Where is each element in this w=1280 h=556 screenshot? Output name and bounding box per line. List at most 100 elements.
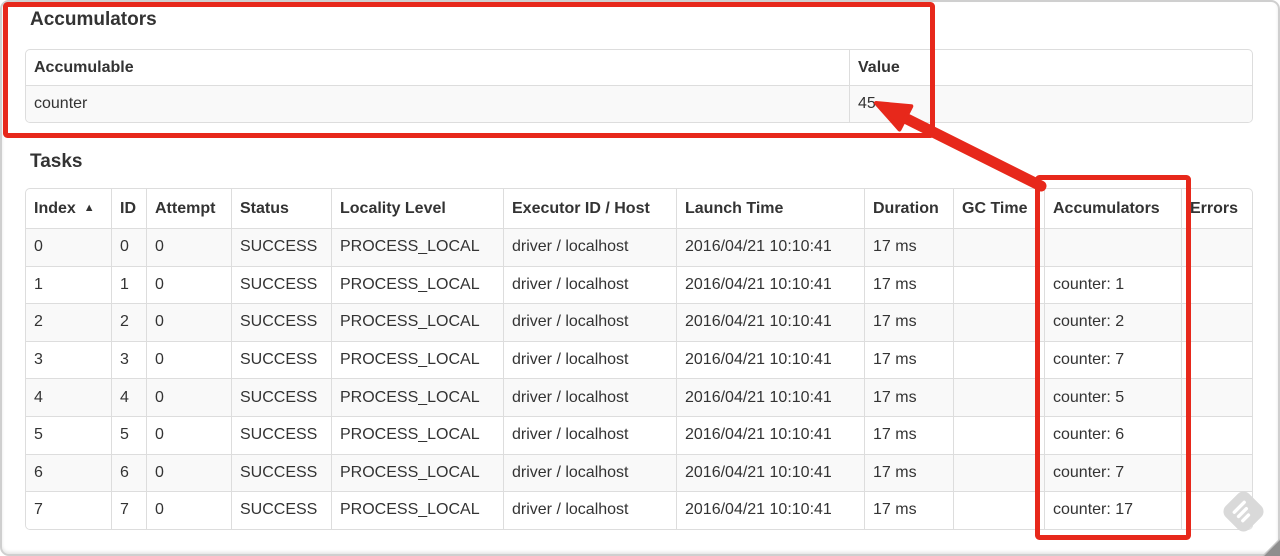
table-cell: SUCCESS [231, 491, 331, 529]
table-cell: 0 [111, 228, 146, 266]
table-cell: 4 [111, 378, 146, 416]
table-cell: driver / localhost [503, 228, 676, 266]
column-header-label: ID [120, 199, 136, 217]
table-cell: 0 [146, 265, 231, 304]
table-cell: counter: 17 [1044, 491, 1181, 529]
table-row: 6 6 0 SUCCESS PROCESS_LOCAL driver / localhos… [26, 453, 1252, 492]
column-header-label: Errors [1190, 199, 1239, 217]
table-cell: 0 [146, 228, 231, 266]
column-header-label: Accumulable [34, 58, 134, 76]
column-header[interactable]: Launch Time [676, 189, 864, 228]
column-header-label: GC Time [962, 199, 1028, 217]
table-cell: 2016/04/21 10:10:41 [676, 491, 864, 529]
table-cell: counter: 5 [1044, 378, 1181, 416]
table-cell [1181, 340, 1252, 379]
table-row: 2 2 0 SUCCESS PROCESS_LOCAL driver / localhos… [26, 303, 1252, 341]
tasks-table: Index ▲ ID Attempt Status Locality Level Execu… [25, 188, 1253, 530]
table-cell: SUCCESS [231, 453, 331, 492]
table-cell: counter: 7 [1044, 453, 1181, 492]
column-header[interactable]: ID [111, 189, 146, 228]
table-row: 5 5 0 SUCCESS PROCESS_LOCAL driver / localhos… [26, 415, 1252, 454]
table-cell [953, 415, 1044, 454]
column-header-label: Attempt [155, 199, 216, 217]
table-cell: driver / localhost [503, 415, 676, 454]
table-cell [1181, 378, 1252, 416]
table-cell: driver / localhost [503, 453, 676, 492]
table-cell: 1 [111, 265, 146, 304]
table-cell: 0 [146, 491, 231, 529]
table-cell: PROCESS_LOCAL [331, 491, 503, 529]
table-row: 0 0 0 SUCCESS PROCESS_LOCAL driver / localhos… [26, 228, 1252, 266]
table-cell: 1 [26, 265, 111, 304]
column-header[interactable]: Status [231, 189, 331, 228]
table-cell: 17 ms [864, 340, 953, 379]
column-header-label: Accumulators [1053, 199, 1160, 217]
table-cell: 0 [146, 453, 231, 492]
table-cell: 45 [849, 85, 1252, 122]
column-header-label: Locality Level [340, 199, 446, 217]
column-header-label: Index [34, 199, 76, 217]
column-header[interactable]: Errors [1181, 189, 1252, 228]
column-header[interactable]: Executor ID / Host [503, 189, 676, 228]
table-cell: 6 [26, 453, 111, 492]
table-cell [953, 491, 1044, 529]
table-cell: 17 ms [864, 265, 953, 304]
corner-fold [1263, 539, 1280, 556]
table-cell: counter: 6 [1044, 415, 1181, 454]
table-cell [1181, 265, 1252, 304]
accumulators-table: Accumulable Value counter 45 [25, 49, 1253, 123]
table-cell: 6 [111, 453, 146, 492]
table-row: 1 1 0 SUCCESS PROCESS_LOCAL driver / localhos… [26, 265, 1252, 304]
column-header[interactable]: GC Time [953, 189, 1044, 228]
table-cell: SUCCESS [231, 378, 331, 416]
table-cell: PROCESS_LOCAL [331, 415, 503, 454]
table-cell: driver / localhost [503, 303, 676, 341]
table-cell: driver / localhost [503, 265, 676, 304]
table-cell: 0 [146, 340, 231, 379]
table-cell [1181, 491, 1252, 529]
annotation-arrow-shaft [899, 112, 1047, 192]
table-cell: PROCESS_LOCAL [331, 303, 503, 341]
table-cell: counter: 7 [1044, 340, 1181, 379]
column-header-label: Launch Time [685, 199, 784, 217]
table-cell: 4 [26, 378, 111, 416]
table-cell: 2016/04/21 10:10:41 [676, 453, 864, 492]
tasks-heading: Tasks [30, 151, 83, 172]
table-cell [1181, 415, 1252, 454]
table-cell: SUCCESS [231, 265, 331, 304]
table-cell: 5 [111, 415, 146, 454]
table-cell: 17 ms [864, 303, 953, 341]
table-cell: driver / localhost [503, 340, 676, 379]
table-cell: PROCESS_LOCAL [331, 228, 503, 266]
table-cell: 2016/04/21 10:10:41 [676, 340, 864, 379]
sort-ascending-icon: ▲ [83, 201, 95, 214]
column-header[interactable]: Duration [864, 189, 953, 228]
table-row: 7 7 0 SUCCESS PROCESS_LOCAL driver / localhos… [26, 491, 1252, 529]
table-cell: PROCESS_LOCAL [331, 340, 503, 379]
column-header: Accumulable [26, 50, 849, 85]
table-row: counter 45 [26, 85, 1252, 122]
table-cell: 2016/04/21 10:10:41 [676, 378, 864, 416]
column-header[interactable]: Locality Level [331, 189, 503, 228]
table-cell: 17 ms [864, 228, 953, 266]
column-header: Value [849, 50, 1252, 85]
table-cell: counter: 2 [1044, 303, 1181, 341]
table-cell [1044, 228, 1181, 266]
table-cell [953, 303, 1044, 341]
table-cell [953, 453, 1044, 492]
column-header[interactable]: Index ▲ [26, 189, 111, 228]
table-cell: 17 ms [864, 491, 953, 529]
column-header[interactable]: Accumulators [1044, 189, 1181, 228]
table-cell [1181, 228, 1252, 266]
table-cell: 7 [26, 491, 111, 529]
table-cell: 2016/04/21 10:10:41 [676, 228, 864, 266]
table-cell: 17 ms [864, 415, 953, 454]
table-header-row: Accumulable Value [26, 50, 1252, 85]
table-cell: SUCCESS [231, 303, 331, 341]
column-header[interactable]: Attempt [146, 189, 231, 228]
table-cell [953, 378, 1044, 416]
table-cell: counter: 1 [1044, 265, 1181, 304]
table-cell: 0 [146, 303, 231, 341]
table-cell [953, 340, 1044, 379]
table-cell: 2016/04/21 10:10:41 [676, 415, 864, 454]
